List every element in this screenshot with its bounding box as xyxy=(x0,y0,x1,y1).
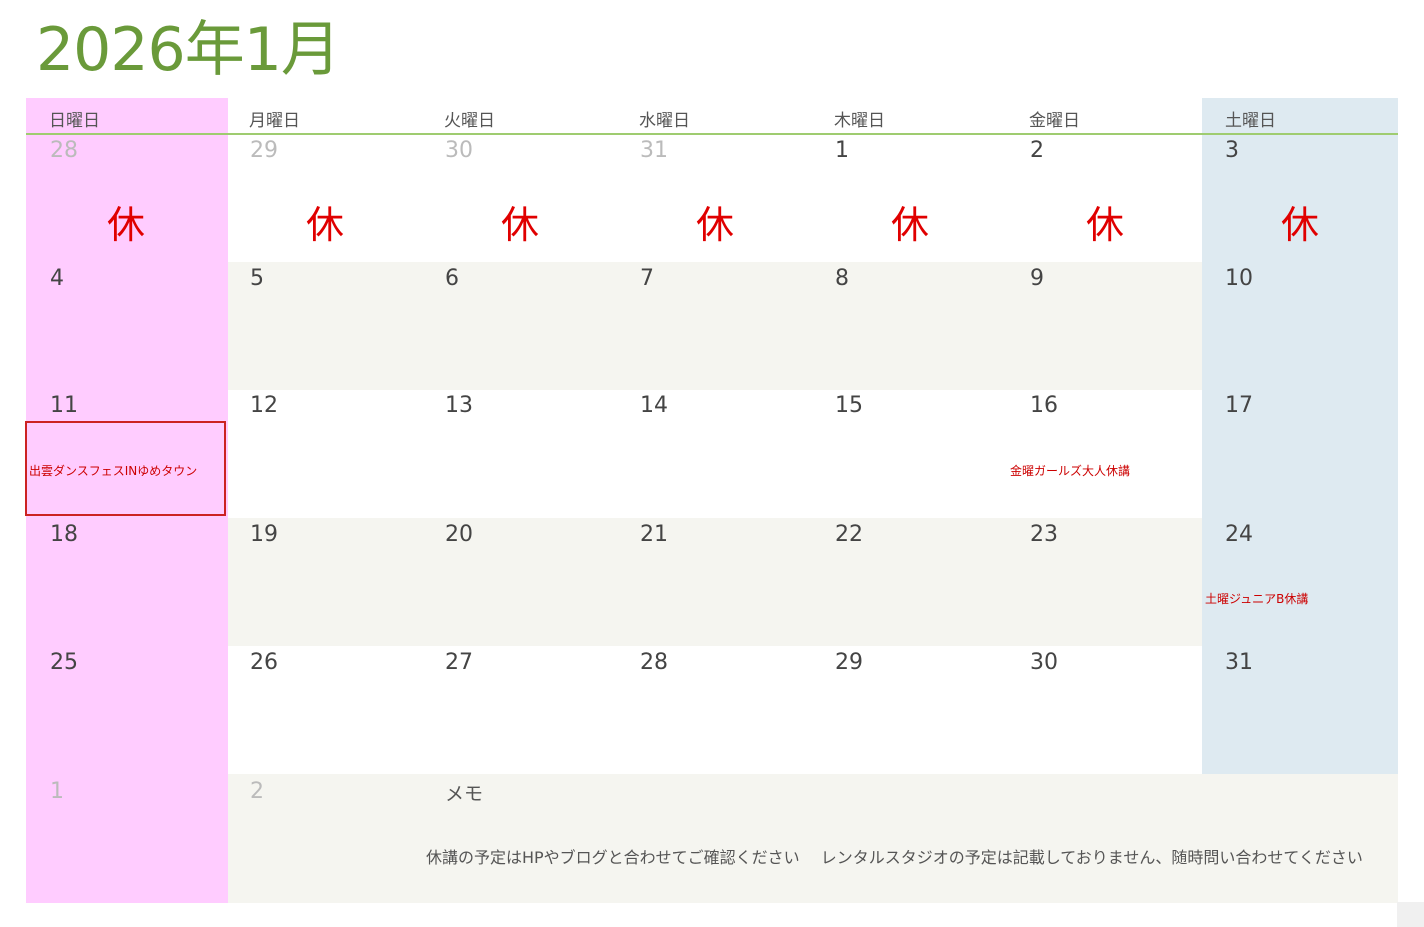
holiday-mark: 休 xyxy=(1086,203,1125,247)
day-number[interactable]: 25 xyxy=(50,650,78,675)
day-number[interactable]: 31 xyxy=(1225,650,1253,675)
event-label[interactable]: 出雲ダンスフェスINゆめタウン xyxy=(29,462,197,479)
day-number[interactable]: 31 xyxy=(640,138,668,163)
weekday-header-sat: 土曜日 xyxy=(1225,111,1276,131)
holiday-mark: 休 xyxy=(107,203,146,247)
day-number[interactable]: 19 xyxy=(250,522,278,547)
weekday-header-wed: 水曜日 xyxy=(639,111,690,131)
day-number[interactable]: 13 xyxy=(445,393,473,418)
day-number[interactable]: 1 xyxy=(835,138,849,163)
holiday-mark: 休 xyxy=(306,203,345,247)
day-number[interactable]: 29 xyxy=(835,650,863,675)
day-number[interactable]: 8 xyxy=(835,266,849,291)
day-number[interactable]: 6 xyxy=(445,266,459,291)
calendar: 日曜日 月曜日 火曜日 水曜日 木曜日 金曜日 土曜日 28 29 30 31 … xyxy=(25,98,1398,903)
day-number[interactable]: 21 xyxy=(640,522,668,547)
day-number[interactable]: 17 xyxy=(1225,393,1253,418)
holiday-mark: 休 xyxy=(501,203,540,247)
day-number[interactable]: 2 xyxy=(1030,138,1044,163)
day-number[interactable]: 12 xyxy=(250,393,278,418)
day-number[interactable]: 3 xyxy=(1225,138,1239,163)
day-number[interactable]: 24 xyxy=(1225,522,1253,547)
day-number[interactable]: 7 xyxy=(640,266,654,291)
weekday-header-thu: 木曜日 xyxy=(834,111,885,131)
scrollbar-corner xyxy=(1397,902,1424,927)
weekday-header-tue: 火曜日 xyxy=(444,111,495,131)
day-number[interactable]: 11 xyxy=(50,393,78,418)
memo-label: メモ xyxy=(445,783,484,805)
day-number[interactable]: 23 xyxy=(1030,522,1058,547)
day-number[interactable]: 4 xyxy=(50,266,64,291)
day-number[interactable]: 26 xyxy=(250,650,278,675)
weekday-header-sun: 日曜日 xyxy=(49,111,100,131)
event-label[interactable]: 金曜ガールズ大人休講 xyxy=(1010,462,1130,479)
day-number[interactable]: 16 xyxy=(1030,393,1058,418)
day-number[interactable]: 28 xyxy=(50,138,78,163)
holiday-mark: 休 xyxy=(696,203,735,247)
day-number[interactable]: 22 xyxy=(835,522,863,547)
page-title: 2026年1月 xyxy=(36,15,341,85)
event-label[interactable]: 土曜ジュニアB休講 xyxy=(1205,590,1308,607)
weekday-header-mon: 月曜日 xyxy=(249,111,300,131)
day-number[interactable]: 18 xyxy=(50,522,78,547)
day-number[interactable]: 15 xyxy=(835,393,863,418)
weekday-header-fri: 金曜日 xyxy=(1029,111,1080,131)
day-number[interactable]: 10 xyxy=(1225,266,1253,291)
day-number[interactable]: 5 xyxy=(250,266,264,291)
day-number[interactable]: 29 xyxy=(250,138,278,163)
memo-text: 休講の予定はHPやブログと合わせてご確認ください レンタルスタジオの予定は記載し… xyxy=(426,848,1363,867)
day-number[interactable]: 27 xyxy=(445,650,473,675)
day-number[interactable]: 14 xyxy=(640,393,668,418)
day-number[interactable]: 9 xyxy=(1030,266,1044,291)
day-number[interactable]: 20 xyxy=(445,522,473,547)
holiday-mark: 休 xyxy=(891,203,930,247)
day-number[interactable]: 28 xyxy=(640,650,668,675)
day-number[interactable]: 30 xyxy=(445,138,473,163)
memo-row-bg xyxy=(228,774,1398,903)
header-divider xyxy=(26,133,1398,135)
day-number[interactable]: 2 xyxy=(250,779,264,804)
day-number[interactable]: 1 xyxy=(50,779,64,804)
week-row-bg xyxy=(228,262,1202,390)
day-number[interactable]: 30 xyxy=(1030,650,1058,675)
holiday-mark: 休 xyxy=(1281,203,1320,247)
